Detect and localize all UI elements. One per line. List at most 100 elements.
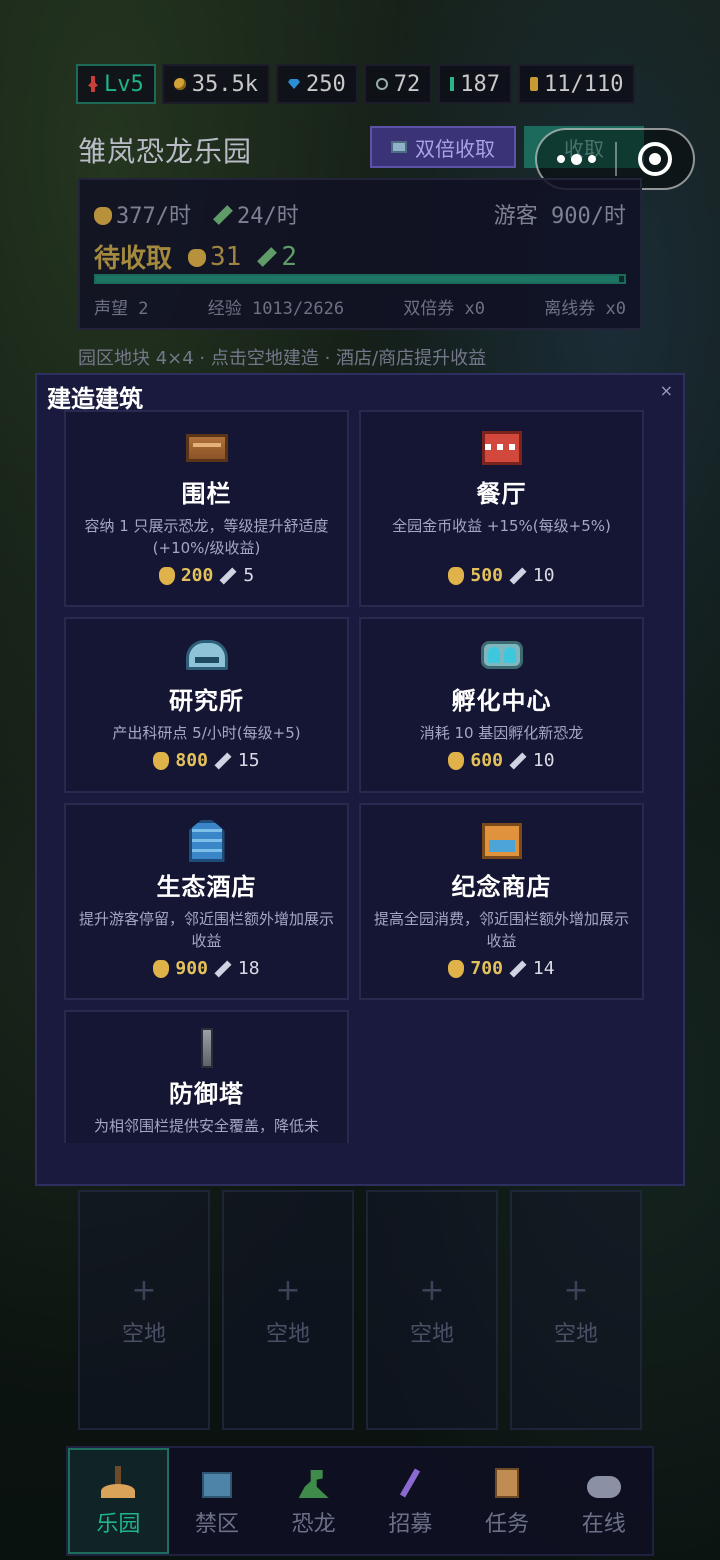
map-icon <box>202 1472 232 1498</box>
gems-chip: 250 <box>275 64 358 104</box>
building-card-lab[interactable]: 研究所 产出科研点 5/小时(每级+5) 800 15 <box>64 617 349 793</box>
building-name: 纪念商店 <box>451 873 552 901</box>
building-card-restaurant[interactable]: 餐厅 全园金币收益 +15%(每级+5%) 500 10 <box>359 410 644 607</box>
level-value: Lv5 <box>104 71 144 97</box>
building-desc: 容纳 1 只展示恐龙，等级提升舒适度(+10%/级收益) <box>84 517 329 557</box>
ring-icon <box>375 78 388 90</box>
building-name: 围栏 <box>181 480 232 508</box>
nav-recruit[interactable]: 招募 <box>362 1448 459 1554</box>
ring-chip: 72 <box>363 64 433 104</box>
gold-cost: 700 <box>470 958 503 979</box>
building-desc: 消耗 10 基因孵化新恐龙 <box>419 724 584 742</box>
pending-research-value: 2 <box>281 241 297 272</box>
exit-miniprogram-icon[interactable] <box>617 142 693 176</box>
wrench-icon <box>219 567 237 584</box>
capacity-value: 11/110 <box>543 71 624 97</box>
building-cost: 900 18 <box>153 958 260 979</box>
lot-label: 空地 <box>265 1321 310 1347</box>
research-cost: 15 <box>237 750 260 771</box>
income-panel: 377/时 24/时 游客 900/时 待收取 31 2 声望 2 经验 101… <box>78 178 642 330</box>
building-name: 生态酒店 <box>156 873 257 901</box>
building-cost: 200 5 <box>158 565 255 586</box>
gold-cost: 500 <box>470 565 503 586</box>
progress-fill <box>96 276 619 282</box>
money-bag-icon <box>94 207 112 225</box>
gold-rate: 377/时 <box>94 198 191 230</box>
building-name: 研究所 <box>169 687 244 715</box>
gold-cost: 800 <box>175 750 208 771</box>
capacity-chip: 11/110 <box>517 64 636 104</box>
wrench-icon <box>509 752 527 769</box>
building-desc: 全园金币收益 +15%(每级+5%) <box>392 517 611 535</box>
energy-value: 187 <box>460 71 500 97</box>
offline-ticket: 离线券 x0 <box>544 299 626 319</box>
building-card-shop[interactable]: 纪念商店 提高全园消费，邻近围栏额外增加展示收益 700 14 <box>359 803 644 1000</box>
lab-icon <box>185 640 228 670</box>
nav-tasks[interactable]: 任务 <box>459 1448 556 1554</box>
player-icon <box>88 76 98 92</box>
collect-progress-bar <box>94 274 626 284</box>
visitor-rate: 游客 900/时 <box>493 204 626 229</box>
building-cost: 800 15 <box>153 750 260 771</box>
empty-lot[interactable]: + 空地 <box>510 1190 642 1430</box>
building-card-tower[interactable]: 防御塔 为相邻围栏提供安全覆盖，降低未 <box>64 1010 349 1143</box>
nav-label: 任务 <box>485 1512 530 1537</box>
building-desc: 产出科研点 5/小时(每级+5) <box>112 724 301 742</box>
reputation: 声望 2 <box>94 299 149 319</box>
coins-value: 35.5k <box>191 71 258 97</box>
building-name: 防御塔 <box>169 1080 244 1108</box>
nav-label: 禁区 <box>195 1512 240 1537</box>
more-menu-icon[interactable] <box>537 153 615 165</box>
park-name: 雏岚恐龙乐园 <box>78 135 253 168</box>
dinosaur-icon <box>298 1470 329 1498</box>
wrench-icon <box>214 960 232 977</box>
hotel-icon <box>188 820 225 862</box>
tv-icon <box>391 141 407 153</box>
empty-lot[interactable]: + 空地 <box>366 1190 498 1430</box>
energy-icon <box>450 77 455 91</box>
nav-label: 招募 <box>388 1512 433 1537</box>
gold-cost: 200 <box>180 565 214 586</box>
empty-lot[interactable]: + 空地 <box>78 1190 210 1430</box>
capacity-icon <box>529 77 538 91</box>
empty-lot[interactable]: + 空地 <box>222 1190 354 1430</box>
syringe-icon <box>213 205 233 225</box>
energy-chip: 187 <box>438 64 512 104</box>
gem-icon <box>287 79 300 89</box>
double-ticket: 双倍券 x0 <box>403 299 486 319</box>
nav-dinosaurs[interactable]: 恐龙 <box>265 1448 362 1554</box>
building-card-fence[interactable]: 围栏 容纳 1 只展示恐龙，等级提升舒适度(+10%/级收益) 200 5 <box>64 410 349 607</box>
double-collect-button[interactable]: 双倍收取 <box>370 126 516 168</box>
gold-cost: 600 <box>470 750 503 771</box>
building-card-hatchery[interactable]: 孵化中心 消耗 10 基因孵化新恐龙 600 10 <box>359 617 644 793</box>
nav-label: 在线 <box>581 1512 626 1537</box>
gold-cost: 900 <box>175 958 208 979</box>
money-bag-icon <box>448 959 465 978</box>
close-icon[interactable]: × <box>660 381 673 400</box>
pending-gold: 31 <box>188 242 241 272</box>
level-chip: Lv5 <box>76 64 156 104</box>
nav-park[interactable]: 乐园 <box>68 1448 169 1554</box>
shop-icon <box>481 823 522 859</box>
double-collect-label: 双倍收取 <box>415 136 495 161</box>
tower-icon <box>200 1028 213 1068</box>
pending-research: 2 <box>257 242 297 272</box>
research-cost: 5 <box>243 565 255 586</box>
building-desc: 提高全园消费，邻近围栏额外增加展示收益 <box>373 910 629 950</box>
nav-restricted[interactable]: 禁区 <box>169 1448 266 1554</box>
syringe-icon <box>257 246 278 267</box>
gold-rate-value: 377/时 <box>116 204 191 229</box>
island-icon <box>101 1466 136 1498</box>
building-desc: 为相邻围栏提供安全覆盖，降低未 <box>93 1117 319 1135</box>
building-card-hotel[interactable]: 生态酒店 提升游客停留，邻近围栏额外增加展示收益 900 18 <box>64 803 349 1000</box>
money-bag-icon <box>153 751 170 770</box>
research-cost: 18 <box>237 958 260 979</box>
building-list[interactable]: 围栏 容纳 1 只展示恐龙，等级提升舒适度(+10%/级收益) 200 5 餐厅 … <box>64 410 646 1143</box>
ring-value: 72 <box>393 71 421 97</box>
coin-icon <box>173 78 186 90</box>
pending-label: 待收取 <box>94 244 173 274</box>
lot-label: 空地 <box>409 1321 454 1347</box>
nav-online[interactable]: 在线 <box>555 1448 652 1554</box>
money-bag-icon <box>188 248 207 267</box>
resource-bar: Lv5 35.5k 250 72 187 11/110 <box>76 64 636 104</box>
